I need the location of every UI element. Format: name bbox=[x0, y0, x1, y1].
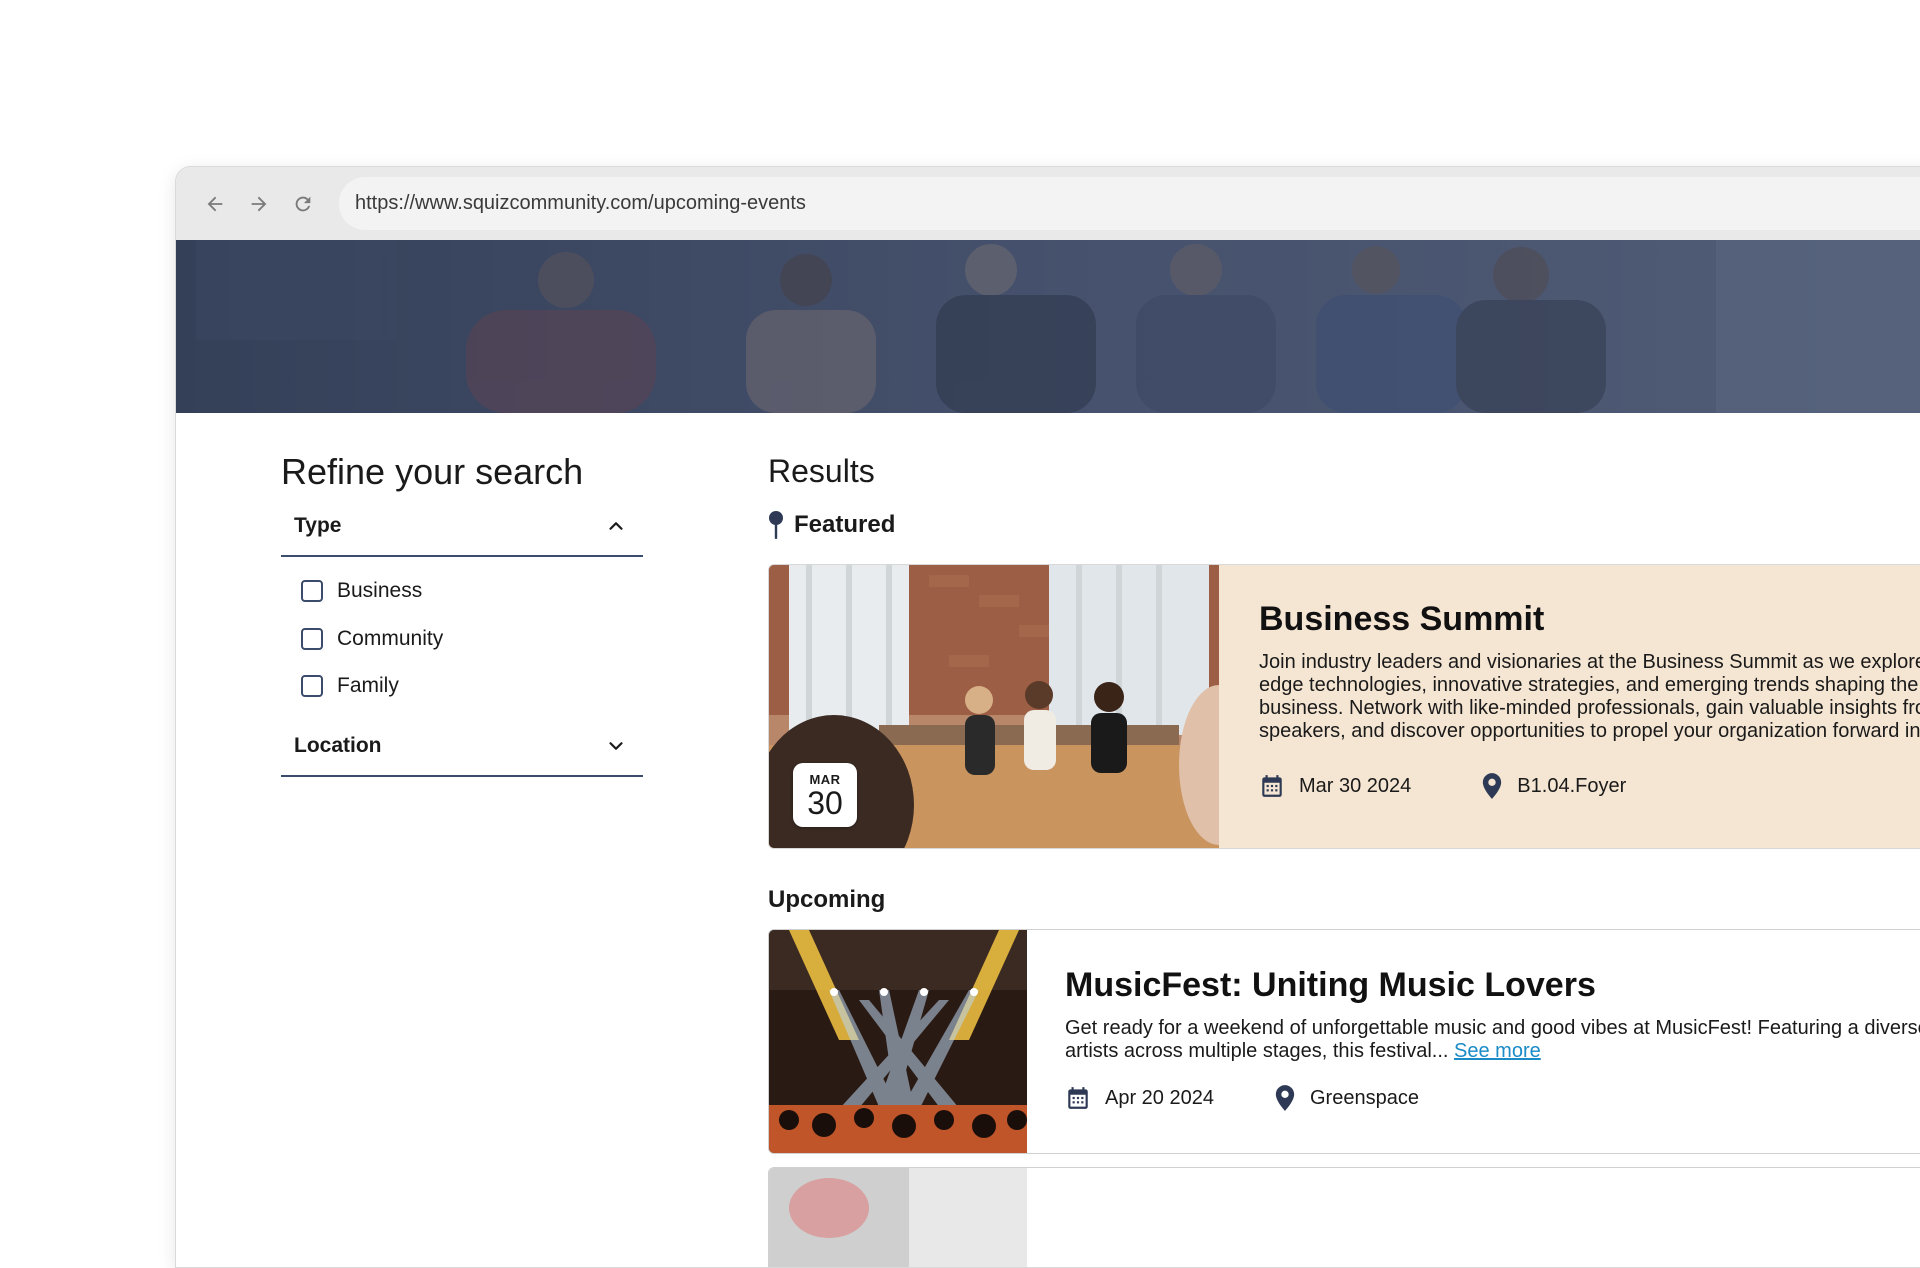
event-meta: Apr 20 2024 Greenspace bbox=[1065, 1085, 1920, 1111]
calendar-icon bbox=[1068, 1087, 1088, 1109]
event-description: Get ready for a weekend of unforgettable… bbox=[1065, 1017, 1920, 1063]
event-date: Mar 30 2024 bbox=[1259, 773, 1411, 799]
event-description: Join industry leaders and visionaries at… bbox=[1259, 651, 1920, 742]
event-title[interactable]: Business Summit bbox=[1259, 600, 1920, 639]
next-event-card[interactable] bbox=[768, 1167, 1920, 1267]
back-arrow-icon bbox=[207, 196, 223, 212]
filter-option-label: Community bbox=[337, 627, 444, 650]
refine-title: Refine your search bbox=[281, 451, 584, 492]
upcoming-event-body: MusicFest: Uniting Music Lovers Get read… bbox=[1065, 966, 1920, 1111]
featured-heading: Featured bbox=[768, 510, 895, 540]
event-title[interactable]: MusicFest: Uniting Music Lovers bbox=[1065, 966, 1920, 1005]
upcoming-heading: Upcoming bbox=[768, 886, 886, 913]
results-title: Results bbox=[768, 453, 875, 489]
browser-window: https://www.squizcommunity.com/upcoming-… bbox=[175, 166, 1920, 1268]
badge-day: 30 bbox=[807, 785, 843, 821]
forward-arrow-icon bbox=[251, 196, 267, 212]
checkbox[interactable] bbox=[301, 580, 323, 602]
back-button[interactable] bbox=[198, 187, 232, 221]
checkbox[interactable] bbox=[301, 675, 323, 697]
page-content: Refine your search Type Business Communi… bbox=[176, 413, 1920, 1267]
url-text: https://www.squizcommunity.com/upcoming-… bbox=[355, 192, 806, 214]
reload-button[interactable] bbox=[286, 187, 320, 221]
browser-toolbar: https://www.squizcommunity.com/upcoming-… bbox=[176, 167, 1920, 240]
upcoming-event-card[interactable]: MusicFest: Uniting Music Lovers Get read… bbox=[768, 929, 1920, 1154]
reload-icon bbox=[295, 196, 311, 212]
see-more-link[interactable]: See more bbox=[1454, 1040, 1541, 1062]
facet-location-label: Location bbox=[294, 734, 382, 757]
upcoming-event-image bbox=[769, 930, 1027, 1153]
filter-option-business[interactable]: Business bbox=[301, 576, 422, 606]
checkbox[interactable] bbox=[301, 628, 323, 650]
facet-location-toggle[interactable]: Location bbox=[281, 717, 643, 777]
event-location-text: Greenspace bbox=[1309, 1086, 1419, 1109]
forward-button[interactable] bbox=[242, 187, 276, 221]
featured-label: Featured bbox=[794, 511, 896, 538]
filter-option-family[interactable]: Family bbox=[301, 671, 399, 701]
address-bar[interactable]: https://www.squizcommunity.com/upcoming-… bbox=[339, 177, 1920, 230]
chevron-down-icon bbox=[609, 742, 623, 750]
chevron-up-icon bbox=[609, 522, 623, 530]
calendar-icon bbox=[1262, 775, 1282, 797]
featured-event-image: MAR 30 bbox=[769, 565, 1219, 848]
location-marker-icon bbox=[1275, 1085, 1295, 1111]
event-location: B1.04.Foyer bbox=[1481, 773, 1626, 799]
filter-option-label: Family bbox=[337, 674, 399, 697]
filter-option-label: Business bbox=[337, 579, 423, 602]
event-location-text: B1.04.Foyer bbox=[1517, 774, 1627, 797]
event-date-text: Mar 30 2024 bbox=[1299, 774, 1412, 797]
featured-event-body: Business Summit Join industry leaders an… bbox=[1259, 600, 1920, 799]
event-date-text: Apr 20 2024 bbox=[1105, 1086, 1214, 1109]
location-marker-icon bbox=[1483, 773, 1502, 799]
event-location: Greenspace bbox=[1274, 1085, 1419, 1111]
filter-option-community[interactable]: Community bbox=[301, 624, 443, 654]
event-meta: Mar 30 2024 B1.04.Foyer bbox=[1259, 773, 1920, 799]
featured-event-card[interactable]: MAR 30 Business Summit Join industry lea… bbox=[768, 564, 1920, 849]
event-date: Apr 20 2024 bbox=[1065, 1085, 1214, 1111]
pin-icon bbox=[769, 511, 783, 539]
hero-banner bbox=[176, 240, 1920, 413]
facet-type-toggle[interactable]: Type bbox=[281, 497, 643, 557]
event-date-badge: MAR 30 bbox=[793, 763, 857, 827]
next-event-image bbox=[769, 1168, 1027, 1267]
facet-type-label: Type bbox=[294, 514, 342, 537]
